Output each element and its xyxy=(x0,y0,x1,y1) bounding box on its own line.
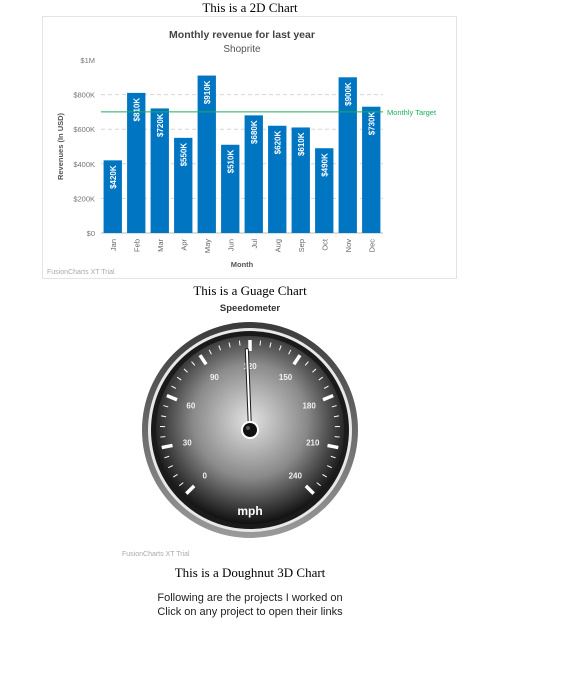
watermark: FusionCharts XT Trial xyxy=(122,551,190,558)
gauge-unit-label: mph xyxy=(237,504,262,518)
projects-instruction-text: Click on any project to open their links xyxy=(157,606,343,618)
major-tick xyxy=(327,443,339,450)
bar-data-label: $730K xyxy=(368,111,377,135)
y-tick-label: $200K xyxy=(73,194,95,203)
y-tick-label: $800K xyxy=(73,91,95,100)
bar-chart-container: Monthly revenue for last year Shoprite $0 $… xyxy=(42,16,457,279)
watermark: FusionCharts XT Trial xyxy=(47,269,115,276)
bar-data-label: $910K xyxy=(203,80,212,104)
gauge-tick-label: 0 xyxy=(203,471,208,480)
x-tick-label: Jul xyxy=(250,239,259,249)
x-tick-label: Sep xyxy=(297,239,306,252)
major-tick xyxy=(161,443,173,450)
gauge-tick-label: 60 xyxy=(186,402,195,411)
x-tick-label: Apr xyxy=(179,238,188,250)
x-tick-label: Jun xyxy=(226,239,235,251)
x-tick-label: Jan xyxy=(109,239,118,251)
x-tick-label: Mar xyxy=(156,239,165,252)
gauge-title: Speedometer xyxy=(220,303,280,314)
minor-tick xyxy=(259,340,262,346)
gauge-chart-container: Speedometer 0 30 60 90 120 150 180 210 240 mph Fusi… xyxy=(120,300,380,562)
bar-data-label: $680K xyxy=(250,120,259,144)
gauge-pivot-shine xyxy=(246,426,250,430)
x-tick-label: Dec xyxy=(367,239,376,253)
chart-subtitle: Shoprite xyxy=(223,44,261,55)
gauge-chart: Speedometer0306090120150180210240mphFusi… xyxy=(122,303,358,558)
x-axis-title: Month xyxy=(231,260,254,269)
minor-tick xyxy=(238,340,241,346)
doughnut-chart-heading: This is a Doughnut 3D Chart xyxy=(174,565,326,580)
y-tick-label: $400K xyxy=(73,160,95,169)
bar-data-label: $620K xyxy=(274,131,283,155)
x-tick-label: Feb xyxy=(132,239,141,252)
x-tick-label: Oct xyxy=(320,238,329,251)
bar-data-label: $490K xyxy=(321,153,330,177)
trendline-label: Monthly Target xyxy=(387,108,437,117)
y-tick-label: $0 xyxy=(87,229,95,238)
x-tick-label: May xyxy=(203,239,212,253)
bar-chart-heading: This is a 2D Chart xyxy=(202,0,298,15)
gauge-tick-label: 150 xyxy=(279,373,293,382)
chart-title: Monthly revenue for last year xyxy=(169,29,315,41)
bar-data-label: $720K xyxy=(156,113,165,137)
y-tick-label: $600K xyxy=(73,125,95,134)
bar-data-label: $810K xyxy=(133,98,142,122)
x-tick-label: Aug xyxy=(273,239,282,252)
bar-data-label: $900K xyxy=(344,82,353,106)
x-tick-label: Nov xyxy=(344,239,353,253)
bar-chart: Monthly revenue for last year Shoprite $0 $… xyxy=(47,29,437,276)
gauge-tick-label: 90 xyxy=(210,373,219,382)
y-tick-label: $1M xyxy=(80,56,95,65)
bar-data-label: $420K xyxy=(109,165,118,189)
gauge-pivot xyxy=(243,423,257,437)
gauge-tick-label: 30 xyxy=(183,438,192,447)
y-axis-title: Revenues (In USD) xyxy=(56,112,65,180)
gauge-tick-label: 180 xyxy=(302,402,316,411)
gauge-tick-label: 210 xyxy=(306,438,320,447)
bar-data-label: $550K xyxy=(180,143,189,167)
gauge-tick-label: 240 xyxy=(289,471,303,480)
bar-data-label: $510K xyxy=(227,150,236,174)
bar-data-label: $610K xyxy=(297,132,306,156)
gauge-chart-heading: This is a Guage Chart xyxy=(193,283,307,298)
projects-intro-text: Following are the projects I worked on xyxy=(157,592,343,604)
